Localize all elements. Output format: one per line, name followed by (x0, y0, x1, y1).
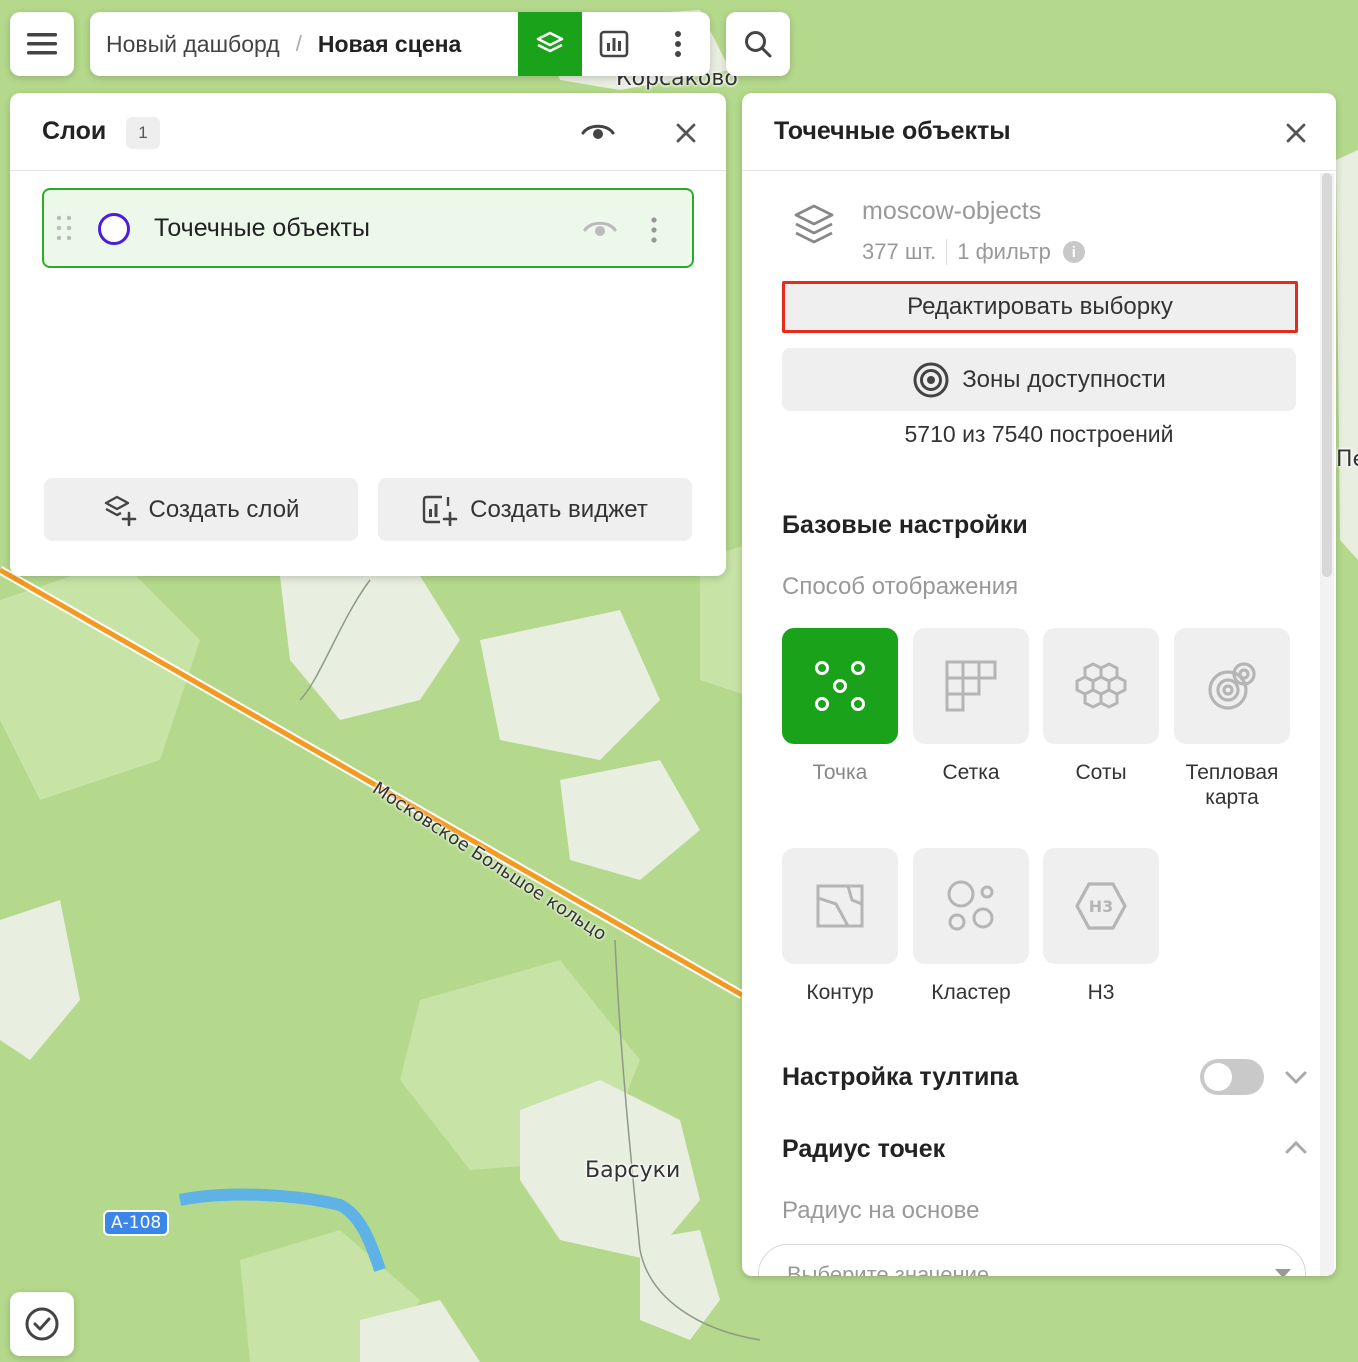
mode-hexagons[interactable]: Соты (1043, 628, 1159, 785)
highway-shield: А-108 (103, 1210, 170, 1236)
layer-visibility-button[interactable] (578, 210, 622, 250)
radius-based-on-label: Радиус на основе (782, 1197, 980, 1224)
layer-name: Точечные объекты (154, 214, 370, 242)
clock-icon (25, 1307, 59, 1341)
more-button[interactable] (646, 12, 710, 76)
dataset-count: 377 шт. (862, 239, 937, 264)
breadcrumb-scene[interactable]: Новая сцена (318, 31, 462, 58)
create-widget-label: Создать виджет (470, 495, 648, 523)
points-icon (815, 661, 865, 711)
close-icon (1286, 123, 1306, 143)
layers-count-badge: 1 (126, 117, 160, 149)
contour-icon (816, 884, 864, 928)
layer-item[interactable]: Точечные объекты (42, 188, 694, 268)
accessibility-zones-button[interactable]: Зоны доступности (782, 348, 1296, 411)
map-label-barsuki: Барсуки (585, 1158, 681, 1183)
layers-icon (536, 31, 564, 53)
hamburger-icon (27, 33, 57, 55)
layers-close-button[interactable] (664, 111, 708, 155)
accessibility-zones-label: Зоны доступности (962, 365, 1166, 393)
mode-heatmap-label: Тепловая карта (1185, 761, 1279, 809)
display-method-label: Способ отображения (782, 573, 1019, 600)
add-layer-icon (104, 495, 136, 526)
mode-contour[interactable]: Контур (782, 848, 898, 1005)
h3-icon: H3 (1075, 882, 1127, 930)
mode-cluster-label: Кластер (931, 981, 1011, 1004)
select-placeholder: Выберите значение (787, 1262, 990, 1276)
target-icon (913, 362, 949, 397)
tooltip-settings-heading: Настройка тултипа (782, 1063, 1019, 1091)
chart-icon (599, 30, 629, 58)
mode-heatmap[interactable]: Тепловая карта (1174, 628, 1290, 810)
dataset-name: moscow-objects (862, 197, 1042, 225)
eye-icon (583, 221, 617, 236)
search-button[interactable] (726, 12, 790, 76)
menu-button[interactable] (10, 12, 74, 76)
layer-more-button[interactable] (634, 210, 674, 250)
mode-cluster[interactable]: Кластер (913, 848, 1029, 1005)
mode-hexagons-label: Соты (1075, 761, 1127, 784)
scrollbar-thumb[interactable] (1322, 173, 1332, 577)
mode-point[interactable]: Точка (782, 628, 898, 785)
edit-selection-button[interactable]: Редактировать выборку (782, 281, 1298, 333)
mode-h3-label: Н3 (1087, 981, 1115, 1004)
mode-grid[interactable]: Сетка (913, 628, 1029, 785)
dataset-icon (794, 204, 834, 244)
hexagons-icon (1075, 662, 1127, 709)
search-icon (745, 31, 772, 58)
layers-panel-header: Слои 1 (10, 93, 726, 171)
more-vertical-icon (651, 217, 657, 243)
info-icon[interactable]: i (1062, 241, 1085, 263)
edit-selection-label: Редактировать выборку (907, 293, 1173, 320)
settings-panel-title: Точечные объекты (774, 117, 1011, 145)
create-layer-button[interactable]: Создать слой (44, 478, 358, 541)
mode-point-label: Точка (812, 761, 868, 784)
cluster-icon (947, 880, 994, 931)
dropdown-arrow-icon (1275, 1269, 1291, 1276)
top-bar: Новый дашборд / Новая сцена (90, 12, 710, 76)
breadcrumb-dashboard[interactable]: Новый дашборд (90, 31, 280, 58)
map-label-pe: Пе (1336, 447, 1358, 472)
base-settings-heading: Базовые настройки (782, 511, 1028, 539)
mode-h3[interactable]: H3 Н3 (1043, 848, 1159, 1005)
more-vertical-icon (675, 31, 681, 57)
chevron-down-icon[interactable] (1282, 1063, 1310, 1091)
widgets-button[interactable] (582, 12, 646, 76)
eye-icon (581, 124, 615, 139)
zones-quota: 5710 из 7540 построений (904, 421, 1174, 447)
layer-color-marker (98, 213, 130, 245)
drag-handle-icon[interactable] (54, 214, 74, 242)
heatmap-icon (1208, 662, 1256, 710)
breadcrumb-separator: / (295, 31, 302, 56)
layers-panel-title: Слои (42, 117, 107, 145)
add-widget-icon (422, 495, 458, 526)
tooltip-toggle[interactable] (1200, 1059, 1264, 1095)
chevron-up-icon[interactable] (1282, 1134, 1310, 1162)
scrollbar[interactable] (1320, 173, 1334, 1276)
settings-panel-header: Точечные объекты (742, 93, 1336, 171)
point-radius-heading: Радиус точек (782, 1135, 946, 1163)
toggle-all-visibility-button[interactable] (576, 111, 620, 155)
settings-close-button[interactable] (1274, 111, 1318, 155)
mode-grid-label: Сетка (942, 761, 1000, 784)
grid-icon (945, 660, 997, 712)
layers-panel: Слои 1 Точечные объекты Создать слой Соз… (10, 93, 726, 576)
dataset-filters[interactable]: 1 фильтр (957, 239, 1051, 265)
close-icon (676, 123, 696, 143)
dataset-meta: 377 шт. 1 фильтр i (862, 239, 1085, 265)
layers-button[interactable] (518, 12, 582, 76)
history-button[interactable] (10, 1292, 74, 1356)
create-layer-label: Создать слой (148, 495, 300, 523)
create-widget-button[interactable]: Создать виджет (378, 478, 692, 541)
layer-settings-panel: Точечные объекты moscow-objects 377 шт. … (742, 93, 1336, 1276)
radius-field-select[interactable]: Выберите значение (758, 1244, 1306, 1276)
mode-contour-label: Контур (806, 981, 874, 1004)
h3-badge-text: H3 (1089, 897, 1114, 916)
